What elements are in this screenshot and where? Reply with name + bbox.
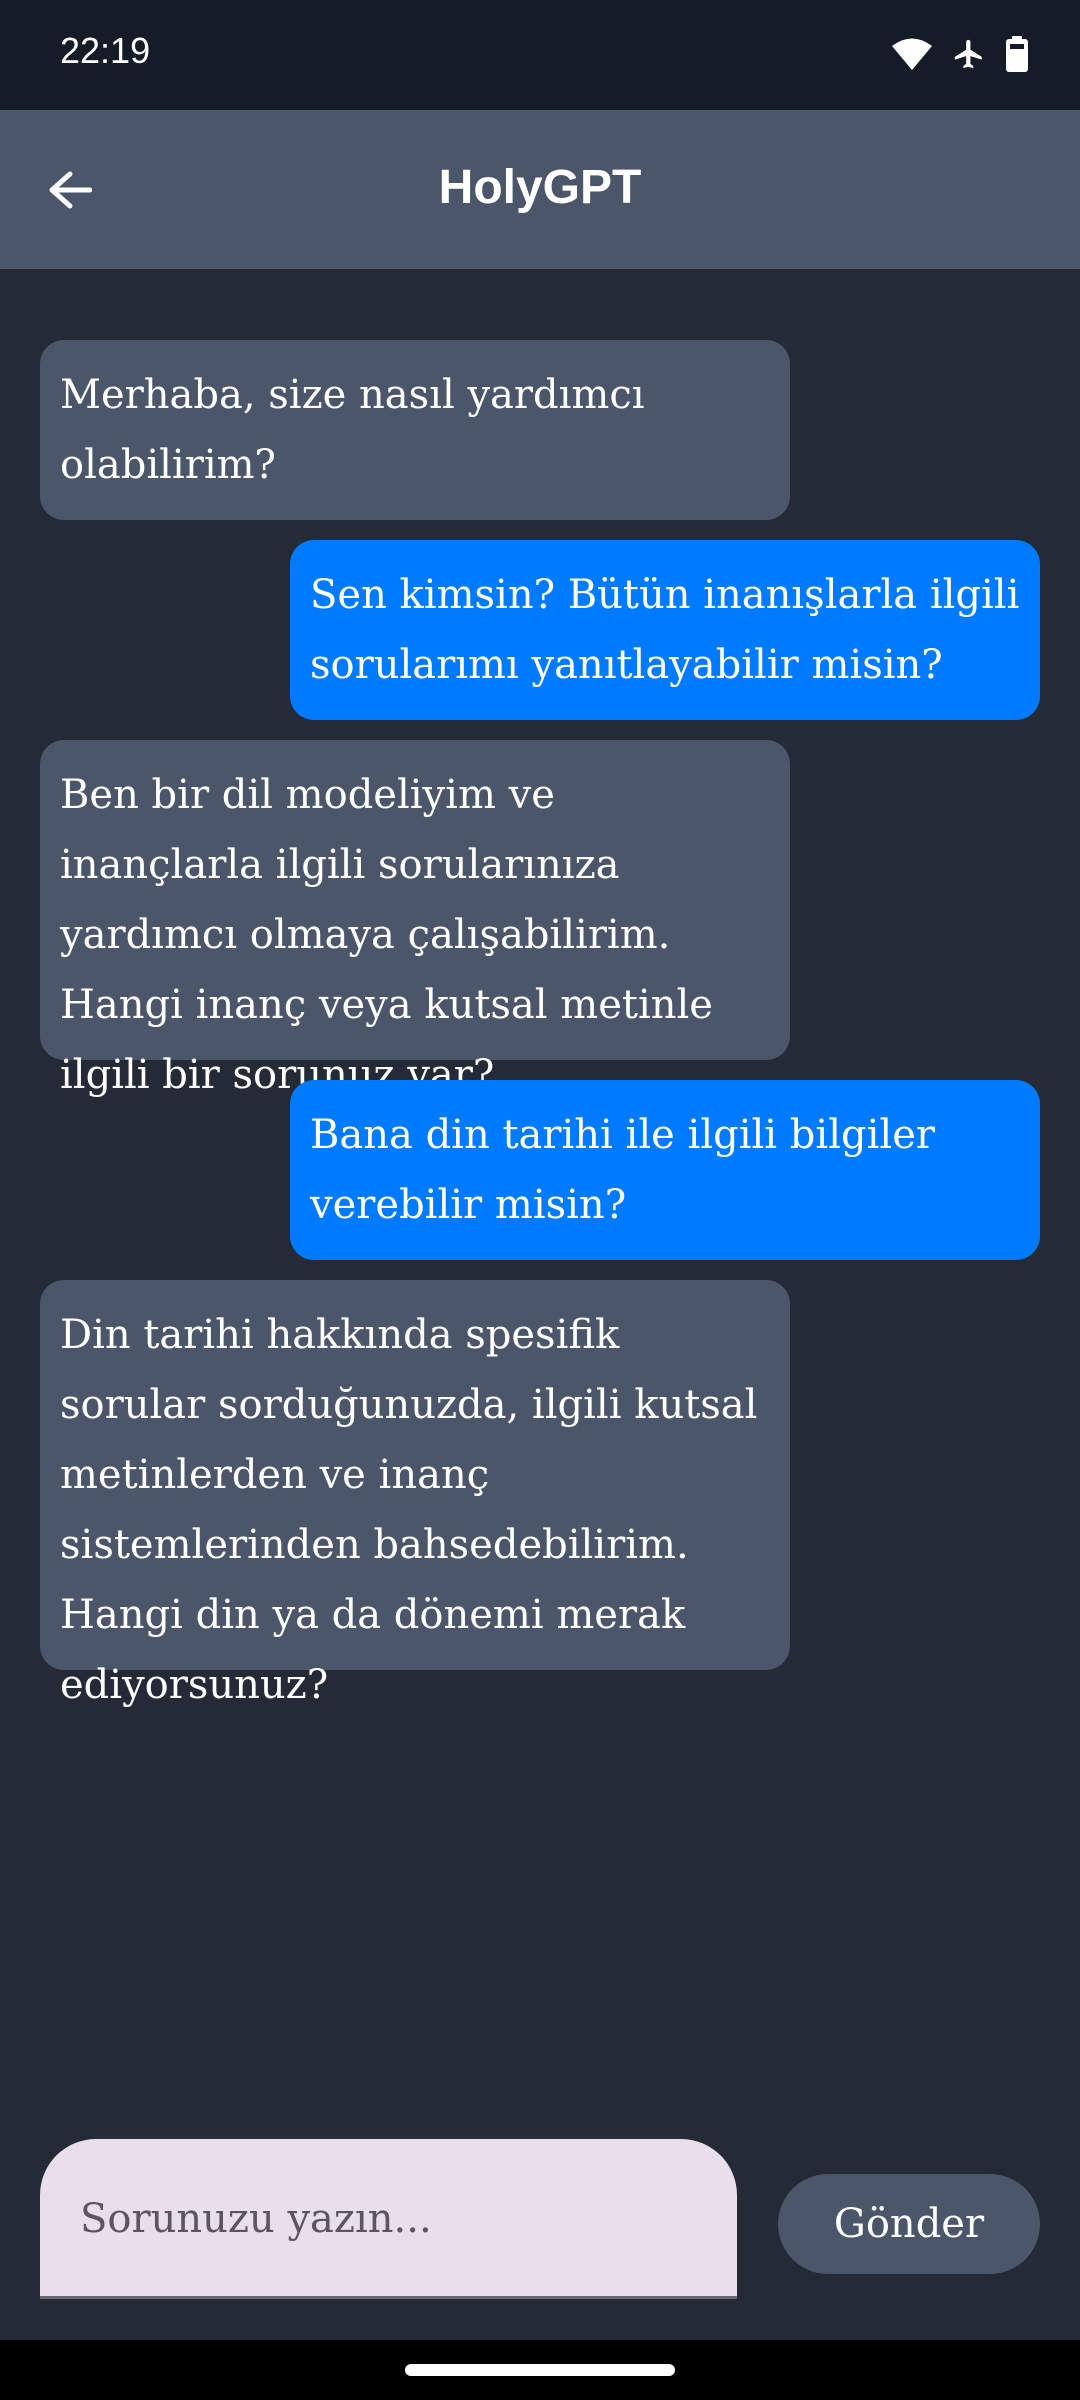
airplane-mode-icon bbox=[952, 36, 986, 72]
status-icons bbox=[892, 34, 1028, 74]
user-message: Sen kimsin? Bütün inanışlarla ilgili sor… bbox=[290, 540, 1040, 720]
bot-message: Ben bir dil modeliyim ve inançlarla ilgi… bbox=[40, 740, 790, 1098]
wifi-icon bbox=[892, 37, 932, 71]
page-title: HolyGPT bbox=[438, 161, 642, 214]
bot-message: Merhaba, size nasıl yardımcı olabilirim? bbox=[40, 340, 790, 520]
home-indicator[interactable] bbox=[405, 2364, 675, 2376]
message-input[interactable] bbox=[80, 2139, 700, 2299]
status-bar: 22:19 bbox=[0, 0, 1080, 110]
message-composer: Gönder bbox=[0, 2139, 1080, 2340]
send-button[interactable]: Gönder bbox=[778, 2174, 1040, 2274]
user-message: Bana din tarihi ile ilgili bilgiler vere… bbox=[290, 1080, 1040, 1260]
bot-message: Din tarihi hakkında spesifik sorular sor… bbox=[40, 1280, 790, 1708]
message-input-field[interactable] bbox=[40, 2139, 737, 2299]
navigation-bar bbox=[0, 2340, 1080, 2400]
app-bar: HolyGPT bbox=[0, 110, 1080, 269]
battery-icon bbox=[1006, 36, 1028, 72]
status-time: 22:19 bbox=[60, 30, 151, 71]
